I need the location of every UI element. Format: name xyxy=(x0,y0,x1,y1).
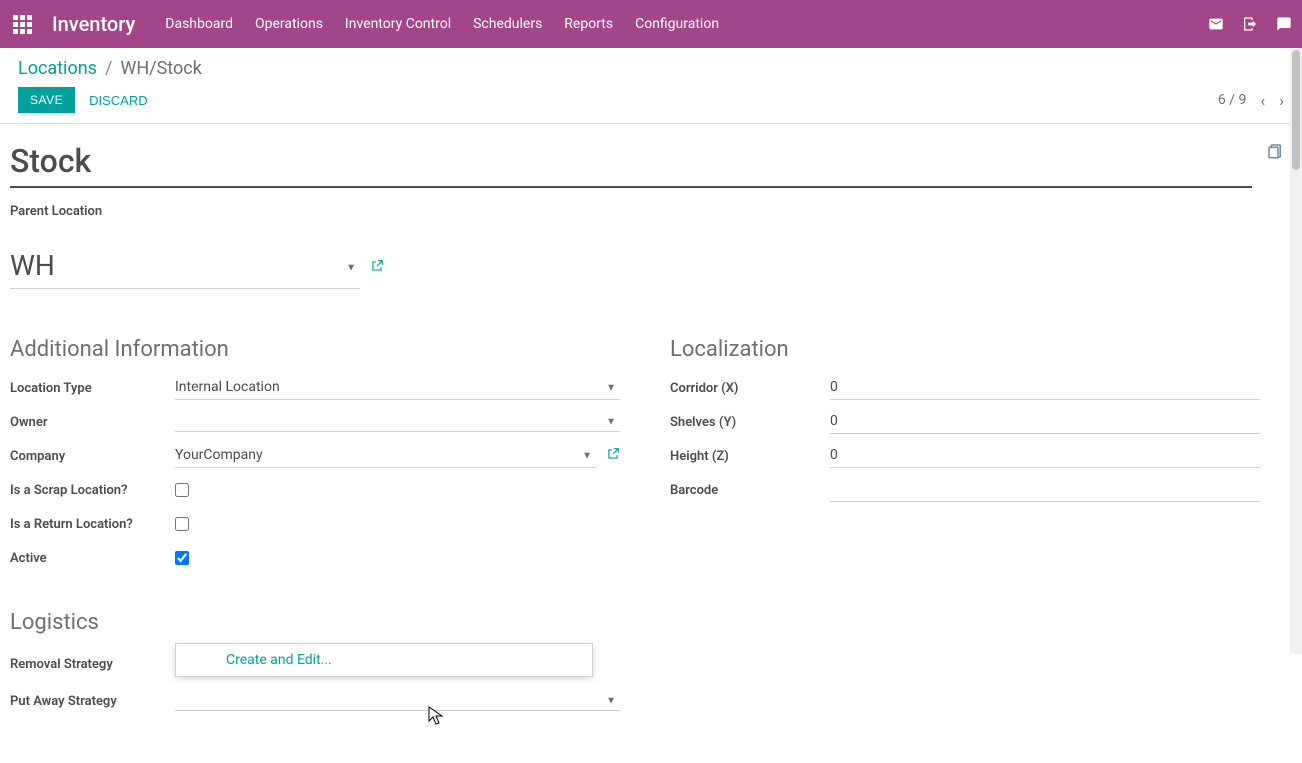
caret-down-icon[interactable]: ▼ xyxy=(606,382,616,393)
owner-field[interactable]: ▼ xyxy=(175,412,620,432)
breadcrumb-current: WH/Stock xyxy=(120,58,201,79)
caret-down-icon[interactable]: ▼ xyxy=(606,695,616,706)
putaway-strategy-field[interactable]: ▼ xyxy=(175,691,620,711)
barcode-label: Barcode xyxy=(670,483,830,498)
is-return-label: Is a Return Location? xyxy=(10,517,175,532)
breadcrumb-parent[interactable]: Locations xyxy=(18,58,97,79)
clipboard-icon[interactable] xyxy=(1266,142,1284,164)
is-scrap-checkbox[interactable] xyxy=(175,483,189,497)
logout-icon[interactable] xyxy=(1242,16,1258,32)
chat-icon[interactable] xyxy=(1276,16,1292,32)
location-type-field[interactable]: Internal Location ▼ xyxy=(175,377,620,400)
caret-down-icon[interactable]: ▼ xyxy=(606,416,616,427)
top-navbar: Inventory Dashboard Operations Inventory… xyxy=(0,0,1302,48)
pager: 6 / 9 ‹ › xyxy=(1218,91,1284,110)
menu-operations[interactable]: Operations xyxy=(255,16,323,32)
dropdown-create-and-edit[interactable]: Create and Edit... xyxy=(176,644,592,676)
corridor-label: Corridor (X) xyxy=(670,381,830,396)
company-label: Company xyxy=(10,449,175,464)
location-type-label: Location Type xyxy=(10,381,175,396)
putaway-strategy-label: Put Away Strategy xyxy=(10,694,175,709)
menu-configuration[interactable]: Configuration xyxy=(635,16,719,32)
section-logistics: Logistics xyxy=(10,610,620,635)
menu-reports[interactable]: Reports xyxy=(564,16,613,32)
pager-prev-icon[interactable]: ‹ xyxy=(1260,91,1265,110)
apps-icon[interactable] xyxy=(10,12,34,36)
removal-strategy-label: Removal Strategy xyxy=(10,657,175,672)
menu-schedulers[interactable]: Schedulers xyxy=(473,16,542,32)
shelves-label: Shelves (Y) xyxy=(670,415,830,430)
parent-location-field[interactable]: WH ▼ xyxy=(10,247,360,289)
shelves-input[interactable] xyxy=(830,411,1260,434)
height-label: Height (Z) xyxy=(670,449,830,464)
company-field[interactable]: YourCompany ▼ xyxy=(175,445,596,468)
external-link-icon[interactable] xyxy=(606,447,620,465)
parent-location-value: WH xyxy=(10,249,55,282)
left-column: Additional Information Location Type Int… xyxy=(10,337,620,723)
height-input[interactable] xyxy=(830,445,1260,468)
caret-down-icon[interactable]: ▼ xyxy=(582,450,592,461)
record-title-input[interactable]: Stock xyxy=(10,142,1252,188)
save-button[interactable]: SAVE xyxy=(18,87,75,113)
parent-location-label: Parent Location xyxy=(10,204,1284,219)
right-column: Localization Corridor (X) Shelves (Y) He… xyxy=(670,337,1280,723)
is-return-checkbox[interactable] xyxy=(175,517,189,531)
caret-down-icon[interactable]: ▼ xyxy=(346,262,356,273)
breadcrumb: Locations / WH/Stock xyxy=(18,58,1284,79)
section-localization: Localization xyxy=(670,337,1280,362)
top-icons xyxy=(1208,16,1292,32)
menu-dashboard[interactable]: Dashboard xyxy=(165,16,233,32)
active-checkbox[interactable] xyxy=(175,551,189,565)
discard-button[interactable]: DISCARD xyxy=(89,93,148,108)
section-additional-info: Additional Information xyxy=(10,337,620,362)
external-link-icon[interactable] xyxy=(370,259,384,277)
removal-strategy-dropdown: Create and Edit... xyxy=(175,643,593,677)
corridor-input[interactable] xyxy=(830,377,1260,400)
barcode-input[interactable] xyxy=(830,479,1260,502)
owner-label: Owner xyxy=(10,415,175,430)
scrollbar-thumb[interactable] xyxy=(1292,50,1300,170)
is-scrap-label: Is a Scrap Location? xyxy=(10,483,175,498)
main-menu: Dashboard Operations Inventory Control S… xyxy=(165,16,1208,32)
form-sheet: Stock Parent Location WH ▼ Additional In… xyxy=(0,124,1302,763)
app-title: Inventory xyxy=(52,12,135,36)
pager-text: 6 / 9 xyxy=(1218,92,1246,108)
control-panel: Locations / WH/Stock SAVE DISCARD 6 / 9 … xyxy=(0,48,1302,124)
active-label: Active xyxy=(10,551,175,566)
mail-icon[interactable] xyxy=(1208,16,1224,32)
pager-next-icon[interactable]: › xyxy=(1279,91,1284,110)
scrollbar[interactable] xyxy=(1290,48,1302,654)
menu-inventory-control[interactable]: Inventory Control xyxy=(345,16,451,32)
